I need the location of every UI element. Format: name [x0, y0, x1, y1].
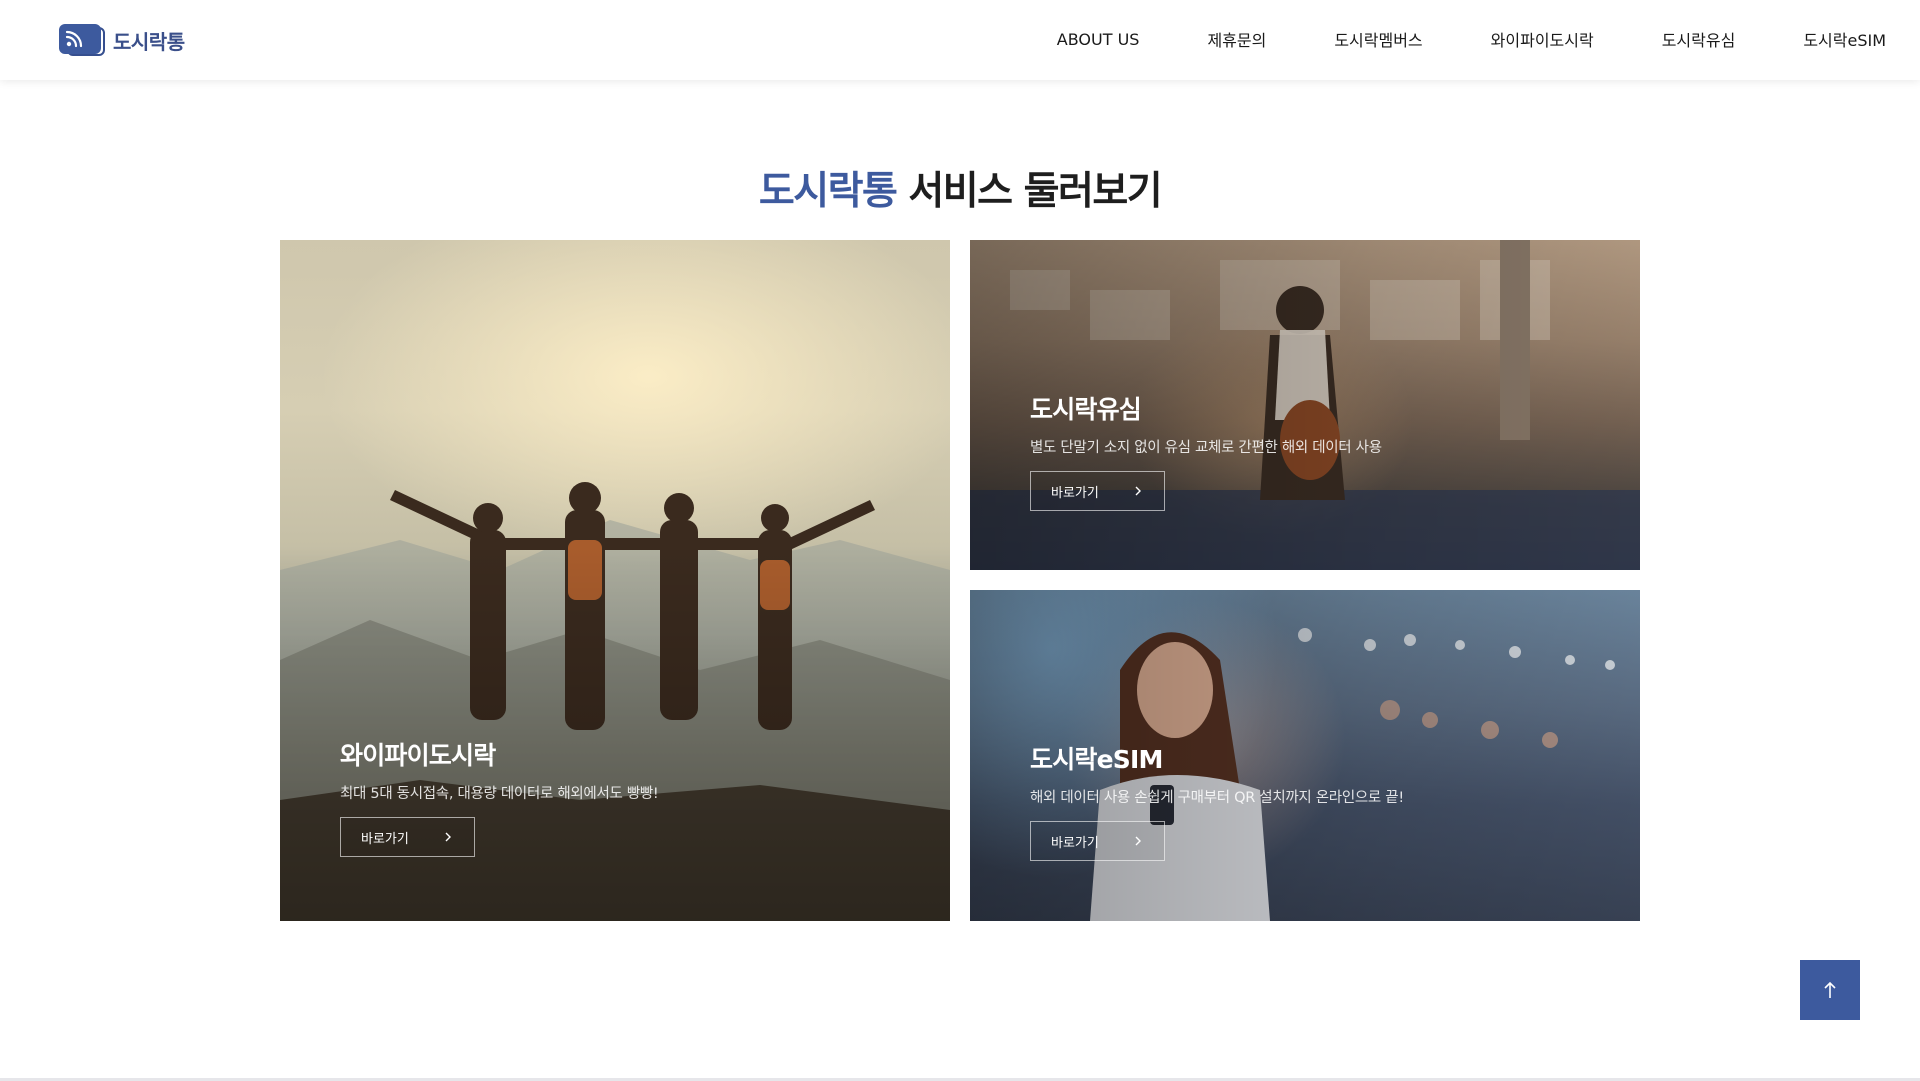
section-title: 도시락통 서비스 둘러보기 [0, 160, 1920, 216]
section-title-rest: 서비스 둘러보기 [896, 169, 1162, 214]
card-content: 도시락eSIM 해외 데이터 사용 손쉽게 구매부터 QR 설치까지 온라인으로… [1030, 744, 1404, 861]
card-content: 도시락유심 별도 단말기 소지 없이 유심 교체로 간편한 해외 데이터 사용 … [1030, 394, 1382, 511]
go-button-label: 바로가기 [361, 831, 409, 847]
go-button[interactable]: 바로가기 [1030, 471, 1165, 511]
card-description: 별도 단말기 소지 없이 유심 교체로 간편한 해외 데이터 사용 [1030, 440, 1382, 456]
go-button[interactable]: 바로가기 [340, 817, 475, 857]
card-title: 도시락eSIM [1030, 745, 1163, 774]
go-button-label: 바로가기 [1051, 485, 1099, 501]
section-title-accent: 도시락통 [758, 169, 898, 214]
service-card-usim[interactable]: 도시락유심 별도 단말기 소지 없이 유심 교체로 간편한 해외 데이터 사용 … [970, 240, 1640, 570]
nav-item-partnership[interactable]: 제휴문의 [1207, 27, 1266, 51]
go-button[interactable]: 바로가기 [1030, 821, 1165, 861]
nav-item-about-us[interactable]: ABOUT US [1057, 30, 1140, 49]
nav-item-usim[interactable]: 도시락유심 [1662, 27, 1736, 51]
rss-card-icon [59, 24, 105, 56]
scroll-to-top-button[interactable] [1800, 960, 1860, 1020]
site-logo[interactable]: 도시락통 [59, 23, 185, 57]
site-header: 도시락통 ABOUT US 제휴문의 도시락멤버스 와이파이도시락 도시락유심 … [0, 0, 1920, 80]
service-card-wifi[interactable]: 와이파이도시락 최대 5대 동시접속, 대용량 데이터로 해외에서도 빵빵! 바… [280, 240, 950, 921]
card-title: 도시락유심 [1030, 395, 1142, 424]
card-description: 최대 5대 동시접속, 대용량 데이터로 해외에서도 빵빵! [340, 786, 659, 802]
nav-item-wifi-dosirak[interactable]: 와이파이도시락 [1491, 27, 1594, 51]
nav-item-members[interactable]: 도시락멤버스 [1334, 27, 1422, 51]
logo-text: 도시락통 [113, 29, 185, 54]
nav-item-esim[interactable]: 도시락eSIM [1803, 27, 1886, 51]
chevron-right-icon [1135, 486, 1141, 496]
card-content: 와이파이도시락 최대 5대 동시접속, 대용량 데이터로 해외에서도 빵빵! 바… [340, 740, 659, 857]
go-button-label: 바로가기 [1051, 835, 1099, 851]
chevron-right-icon [1135, 836, 1141, 846]
service-card-esim[interactable]: 도시락eSIM 해외 데이터 사용 손쉽게 구매부터 QR 설치까지 온라인으로… [970, 590, 1640, 921]
chevron-right-icon [445, 832, 451, 842]
card-title: 와이파이도시락 [340, 741, 496, 770]
main-nav: ABOUT US 제휴문의 도시락멤버스 와이파이도시락 도시락유심 도시락eS… [1057, 0, 1886, 78]
arrow-up-icon [1824, 981, 1836, 998]
card-description: 해외 데이터 사용 손쉽게 구매부터 QR 설치까지 온라인으로 끝! [1030, 790, 1404, 806]
